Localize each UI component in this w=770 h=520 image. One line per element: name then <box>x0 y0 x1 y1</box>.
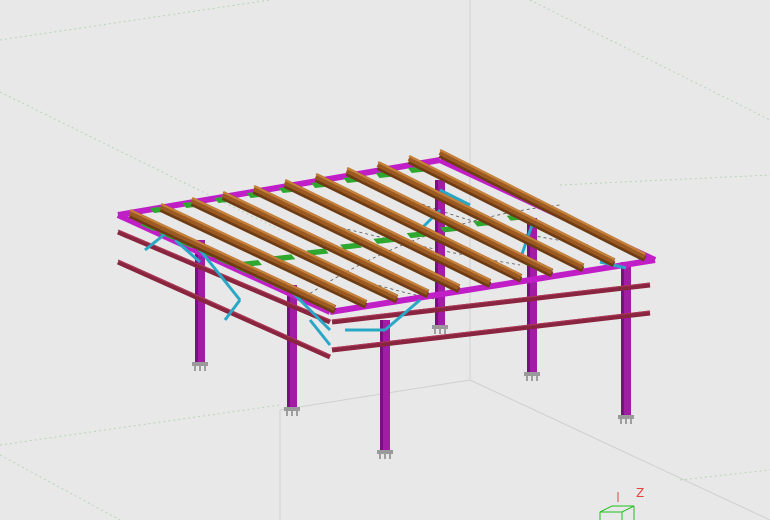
steel-structure-scene[interactable]: Z <box>0 0 770 520</box>
roof-purlin <box>438 149 647 259</box>
bracing-member <box>308 319 332 346</box>
roof-purlin <box>252 185 461 290</box>
column-baseplate <box>524 372 540 376</box>
grid-line <box>0 0 271 41</box>
grid-line <box>469 379 770 520</box>
grid-line <box>0 454 121 520</box>
column-baseplate <box>432 325 448 329</box>
roof-purlin-flange <box>439 149 646 255</box>
z-axis-label: Z <box>636 486 644 500</box>
grid-line <box>0 404 281 446</box>
view-cube-axis-icon[interactable] <box>599 505 635 520</box>
axis-gizmo[interactable]: Z <box>599 486 644 520</box>
column-baseplate <box>284 407 300 411</box>
grid-line <box>679 469 770 481</box>
roof-purlin <box>190 197 399 301</box>
column-baseplate <box>618 415 634 419</box>
roof-purlin <box>128 209 337 311</box>
grid-line <box>529 0 770 121</box>
steel-column-flange <box>380 320 383 450</box>
column-baseplate <box>192 362 208 366</box>
roof-purlin <box>283 179 492 285</box>
steel-column-flange <box>621 262 624 415</box>
grid-line <box>559 174 770 186</box>
3d-model-viewport[interactable]: Z <box>0 0 770 520</box>
column-baseplate <box>377 450 393 454</box>
grid-line <box>279 379 471 411</box>
roof-purlins <box>128 149 647 314</box>
